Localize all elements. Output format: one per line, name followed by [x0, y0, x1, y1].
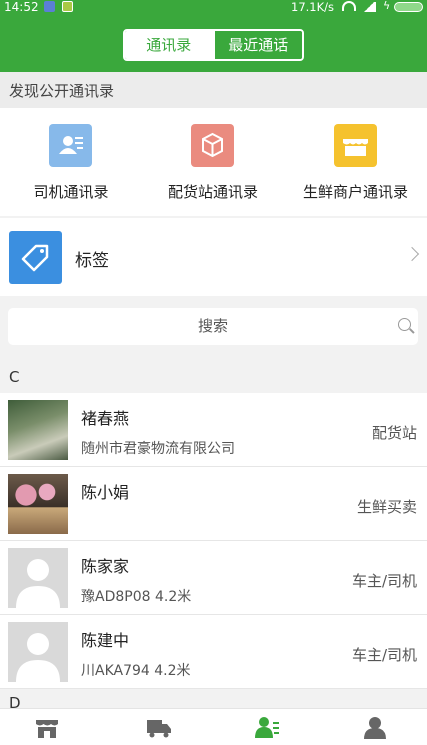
signal-icon — [362, 2, 376, 12]
category-grid: 司机通讯录 配货站通讯录 生鲜商户通讯录 — [0, 108, 427, 216]
avatar — [8, 622, 68, 682]
contact-role: 车主/司机 — [351, 646, 417, 664]
search-placeholder: 搜索 — [197, 317, 228, 335]
network-speed: 17.1K/s — [291, 0, 335, 14]
search-icon — [398, 318, 411, 331]
category-driver[interactable]: 司机通讯录 — [0, 108, 142, 216]
usb-icon — [44, 1, 55, 12]
battery-icon — [394, 2, 423, 12]
contact-row[interactable]: 褚春燕 随州市君豪物流有限公司 配货站 — [0, 393, 427, 467]
contact-role: 车主/司机 — [351, 572, 417, 590]
contact-row[interactable]: 陈建中 川AKA794 4.2米 车主/司机 — [0, 615, 427, 689]
charging-icon: ϟ — [383, 0, 391, 12]
contact-subtitle: 随州市君豪物流有限公司 — [81, 441, 235, 457]
bottom-nav — [0, 708, 427, 745]
category-station[interactable]: 配货站通讯录 — [142, 108, 284, 216]
user-icon[interactable] — [362, 714, 388, 740]
shop-icon — [333, 124, 377, 167]
tab-recent-calls[interactable]: 最近通话 — [212, 31, 302, 59]
avatar — [8, 548, 68, 608]
avatar — [8, 474, 68, 534]
contact-name: 褚春燕 — [81, 409, 130, 428]
store-icon[interactable] — [34, 714, 60, 740]
section-title: 发现公开通讯录 — [0, 72, 427, 108]
contact-name: 陈建中 — [81, 631, 130, 650]
tag-icon — [9, 231, 62, 284]
avatar — [8, 400, 68, 460]
chevron-right-icon — [404, 246, 420, 262]
category-label: 配货站通讯录 — [167, 183, 258, 201]
app-notification-icon — [62, 1, 73, 12]
contact-role: 配货站 — [371, 424, 417, 442]
tags-row[interactable]: 标签 — [0, 218, 427, 296]
category-merchant[interactable]: 生鲜商户通讯录 — [284, 108, 427, 216]
package-icon — [191, 124, 234, 167]
search-bar[interactable]: 搜索 — [8, 308, 418, 345]
contact-list: 褚春燕 随州市君豪物流有限公司 配货站 陈小娟 生鲜买卖 陈家家 豫AD8P08… — [0, 393, 427, 689]
status-time: 14:52 — [4, 0, 39, 14]
contact-name: 陈小娟 — [81, 483, 130, 502]
contact-subtitle: 川AKA794 4.2米 — [81, 663, 191, 679]
tab-contacts[interactable]: 通讯录 — [125, 31, 213, 59]
contact-row[interactable]: 陈家家 豫AD8P08 4.2米 车主/司机 — [0, 541, 427, 615]
contact-name: 陈家家 — [81, 557, 130, 576]
contact-role: 生鲜买卖 — [356, 498, 417, 516]
contacts-icon[interactable] — [254, 714, 280, 740]
wifi-icon — [342, 1, 356, 11]
category-label: 司机通讯录 — [33, 183, 109, 201]
contact-subtitle: 豫AD8P08 4.2米 — [81, 589, 192, 605]
tab-switcher: 通讯录 最近通话 — [123, 29, 304, 61]
status-bar: 14:52 17.1K/s ϟ — [0, 0, 427, 16]
driver-card-icon — [49, 124, 92, 167]
tags-label: 标签 — [75, 251, 109, 271]
category-label: 生鲜商户通讯录 — [302, 183, 408, 201]
contact-row[interactable]: 陈小娟 生鲜买卖 — [0, 467, 427, 541]
group-letter-c: C — [9, 368, 20, 386]
truck-icon[interactable] — [146, 714, 172, 740]
top-header: 14:52 17.1K/s ϟ 通讯录 最近通话 — [0, 0, 427, 72]
